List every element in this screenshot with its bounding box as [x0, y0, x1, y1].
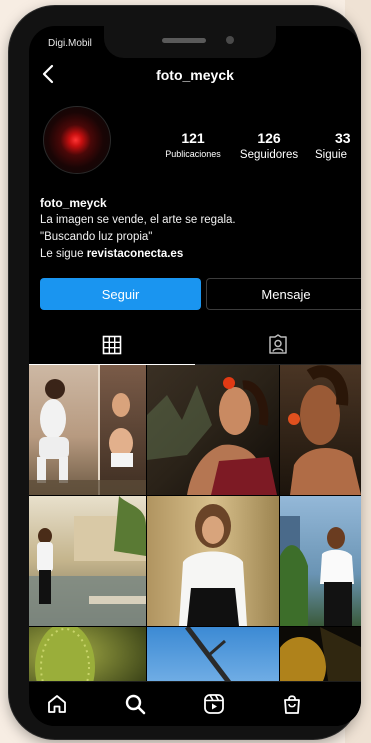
app-screen: Digi.Mobil foto_meyck 121 Publicaciones …	[29, 26, 361, 726]
grid-icon	[102, 335, 122, 355]
post-photo	[147, 496, 279, 626]
tagged-person-icon	[269, 334, 287, 354]
carrier-label: Digi.Mobil	[48, 38, 92, 49]
stat-followers-label: Seguidores	[239, 149, 299, 161]
followed-by-prefix: Le sigue	[40, 248, 84, 260]
shop-bag-icon	[284, 695, 300, 714]
follow-button[interactable]: Seguir	[40, 278, 201, 310]
grid-post-4[interactable]	[29, 496, 146, 626]
grid-post-3[interactable]	[280, 365, 361, 495]
post-photo	[29, 365, 146, 495]
stat-followers-count: 126	[257, 130, 281, 146]
post-photo	[147, 365, 279, 495]
grid-post-5[interactable]	[147, 496, 279, 626]
stat-posts-count: 121	[181, 130, 205, 146]
nav-shop[interactable]	[281, 693, 303, 720]
stat-following-label: Siguie	[315, 149, 347, 161]
notch	[104, 26, 276, 58]
nav-reels[interactable]	[203, 693, 225, 720]
stat-followers[interactable]: 126 Seguidores	[228, 130, 310, 161]
grid-post-2[interactable]	[147, 365, 279, 495]
nav-search[interactable]	[124, 693, 146, 720]
stat-following-count: 33	[335, 130, 351, 146]
profile-username-title: foto_meyck	[156, 67, 234, 83]
phone-frame: Digi.Mobil foto_meyck 121 Publicaciones …	[9, 6, 361, 739]
message-button[interactable]: Mensaje	[206, 278, 361, 310]
reels-icon	[204, 694, 224, 714]
tab-posts-grid[interactable]	[29, 326, 195, 365]
stat-posts-label: Publicaciones	[165, 149, 221, 159]
speaker-grille	[162, 38, 206, 43]
tab-tagged[interactable]	[195, 326, 361, 365]
followed-by: Le sigue revistaconecta.es	[40, 248, 183, 260]
post-photo	[280, 365, 361, 495]
front-camera	[226, 36, 234, 44]
stat-following[interactable]: 33 Siguie	[315, 130, 361, 161]
bio-line-2: "Buscando luz propia"	[40, 231, 153, 243]
avatar[interactable]	[43, 106, 111, 174]
post-photo	[29, 496, 146, 626]
grid-post-6[interactable]	[280, 496, 361, 626]
home-icon	[48, 695, 66, 713]
grid-post-1[interactable]	[29, 365, 146, 495]
nav-home[interactable]	[46, 693, 68, 720]
stat-posts[interactable]: 121 Publicaciones	[158, 130, 228, 159]
bio-line-1: La imagen se vende, el arte se regala.	[40, 214, 236, 226]
search-icon	[125, 694, 146, 715]
followed-by-account-link[interactable]: revistaconecta.es	[87, 248, 184, 260]
bottom-nav	[29, 681, 361, 726]
post-photo	[280, 496, 361, 626]
profile-name: foto_meyck	[40, 196, 107, 210]
